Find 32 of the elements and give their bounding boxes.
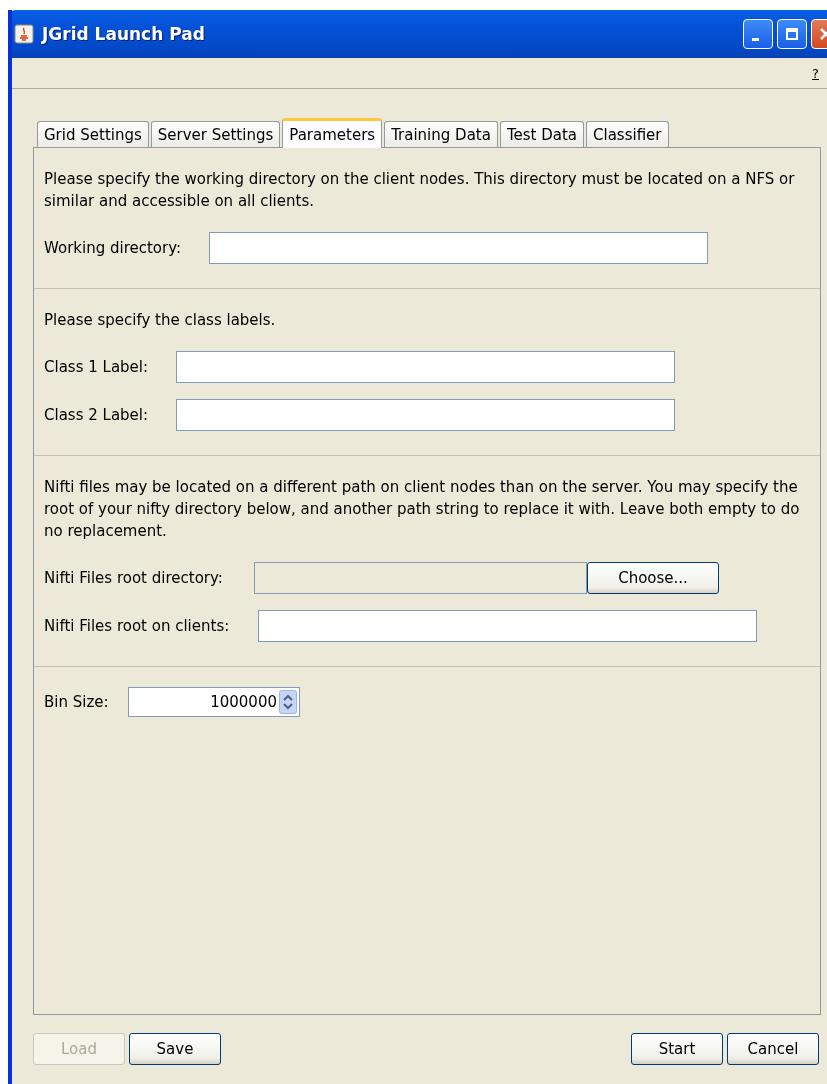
text-field[interactable]: [209, 232, 708, 264]
minimize-button[interactable]: [743, 19, 773, 49]
description-text: Nifti files may be located on a different path on client nodes than on the server. You may specify the root of your nifty directory below, and another path string to replace it with. Leave both empty to do no replacement.: [44, 477, 801, 542]
maximize-button[interactable]: [777, 19, 807, 49]
tab[interactable]: Server Settings: [150, 121, 281, 147]
tab[interactable]: Training Data: [384, 121, 498, 147]
field-label: Class 2 Label:: [44, 406, 150, 424]
save-button[interactable]: Save: [129, 1033, 221, 1065]
field-label: Bin Size:: [44, 693, 110, 711]
spinner-field[interactable]: 1000000: [128, 687, 300, 717]
minimize-icon: [752, 37, 759, 41]
text-field[interactable]: [176, 399, 675, 431]
tab[interactable]: Grid Settings: [37, 121, 149, 147]
cancel-button[interactable]: Cancel: [727, 1033, 819, 1065]
field-label: Nifti Files root on clients:: [44, 617, 231, 635]
field-label: Nifti Files root directory:: [44, 569, 224, 587]
tab[interactable]: Parameters: [282, 118, 383, 148]
spinner-arrows-icon[interactable]: [279, 690, 297, 714]
tab[interactable]: Classifier: [586, 121, 669, 147]
field-label: Class 1 Label:: [44, 358, 150, 376]
description-text: Please specify the working directory on the client nodes. This directory must be located on a NFS or similar and accessible on all clients.: [44, 169, 796, 212]
description-text: Please specify the class labels.: [44, 310, 277, 331]
text-field[interactable]: [258, 610, 757, 642]
help-link[interactable]: ?: [812, 65, 819, 81]
tab[interactable]: Test Data: [499, 121, 585, 147]
start-button[interactable]: Start: [631, 1033, 723, 1065]
window-title: JGrid Launch Pad: [42, 24, 206, 44]
spinner-input[interactable]: 1000000: [129, 693, 279, 711]
app-icon: [14, 24, 34, 44]
maximize-icon: [785, 27, 799, 41]
field-label: Working directory:: [44, 239, 182, 257]
text-field[interactable]: [176, 351, 675, 383]
